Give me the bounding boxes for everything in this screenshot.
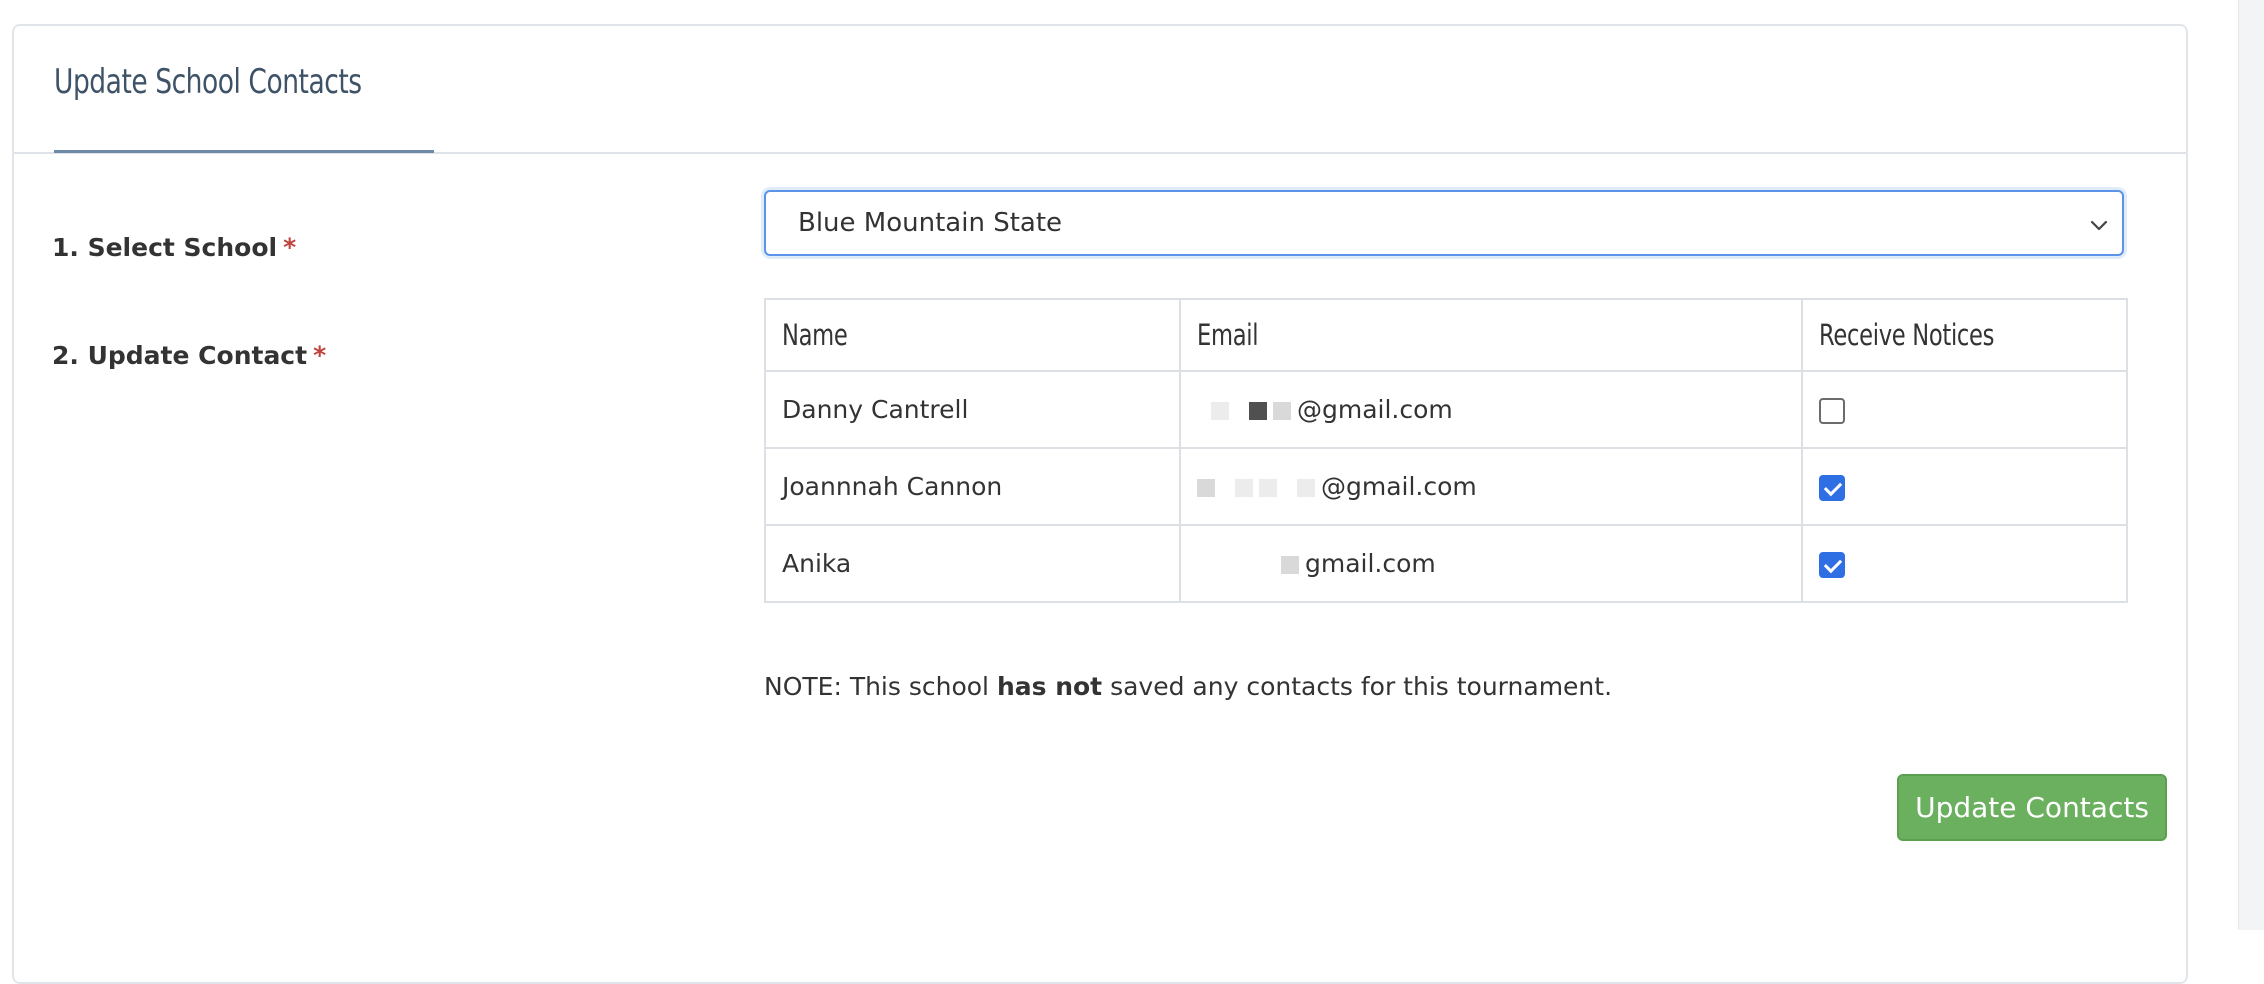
redaction-block [1281, 556, 1299, 574]
select-school-label-text: 1. Select School [52, 233, 278, 262]
update-contact-label-text: 2. Update Contact [52, 341, 308, 370]
table-row: Danny Cantrell @gmail.com [764, 370, 2128, 449]
contacts-note: NOTE: This school has not saved any cont… [764, 672, 1612, 701]
receive-notices-checkbox[interactable] [1819, 552, 1845, 578]
header-email: Email [1179, 298, 1803, 372]
contact-email: gmail.com [1179, 524, 1803, 603]
receive-notices-cell [1801, 370, 2128, 449]
redaction-block [1235, 479, 1253, 497]
redaction-block [1259, 479, 1277, 497]
required-asterisk: * [283, 233, 297, 262]
redaction-block [1249, 402, 1267, 420]
required-asterisk: * [313, 341, 327, 370]
select-school-label: 1. Select School * [52, 233, 296, 262]
note-prefix: NOTE: This school [764, 672, 997, 701]
update-contacts-button[interactable]: Update Contacts [1897, 774, 2167, 841]
redaction-block [1297, 479, 1315, 497]
redaction-block [1273, 402, 1291, 420]
note-suffix: saved any contacts for this tournament. [1102, 672, 1613, 701]
contact-name: Danny Cantrell [764, 370, 1181, 449]
panel-header: Update School Contacts [14, 26, 2186, 154]
contact-email: @gmail.com [1179, 370, 1803, 449]
receive-notices-checkbox[interactable] [1819, 475, 1845, 501]
contact-name: Joannnah Cannon [764, 447, 1181, 526]
receive-notices-cell [1801, 447, 2128, 526]
school-select[interactable]: Blue Mountain State [764, 190, 2124, 256]
contacts-table: Name Email Receive Notices Danny Cantrel… [764, 298, 2128, 603]
contact-email-text: @gmail.com [1321, 472, 1477, 501]
header-receive-notices: Receive Notices [1801, 298, 2128, 372]
receive-notices-checkbox[interactable] [1819, 398, 1845, 424]
note-emphasis: has not [996, 672, 1103, 701]
header-name: Name [764, 298, 1181, 372]
active-tab-underline [54, 150, 434, 153]
contact-email: @gmail.com [1179, 447, 1803, 526]
redaction-block [1197, 479, 1215, 497]
panel-title: Update School Contacts [54, 62, 362, 102]
redaction-block [1211, 402, 1229, 420]
contact-name: Anika [764, 524, 1181, 603]
table-header-row: Name Email Receive Notices [764, 298, 2128, 372]
right-edge-scrollbar[interactable] [2238, 0, 2264, 930]
chevron-down-icon [2090, 220, 2108, 231]
table-row: Anika gmail.com [764, 524, 2128, 603]
table-row: Joannnah Cannon @gmail.com [764, 447, 2128, 526]
school-select-value: Blue Mountain State [798, 208, 1063, 238]
receive-notices-cell [1801, 524, 2128, 603]
update-contact-label: 2. Update Contact * [52, 341, 326, 370]
contact-email-text: gmail.com [1305, 549, 1436, 578]
contact-email-text: @gmail.com [1297, 395, 1453, 424]
